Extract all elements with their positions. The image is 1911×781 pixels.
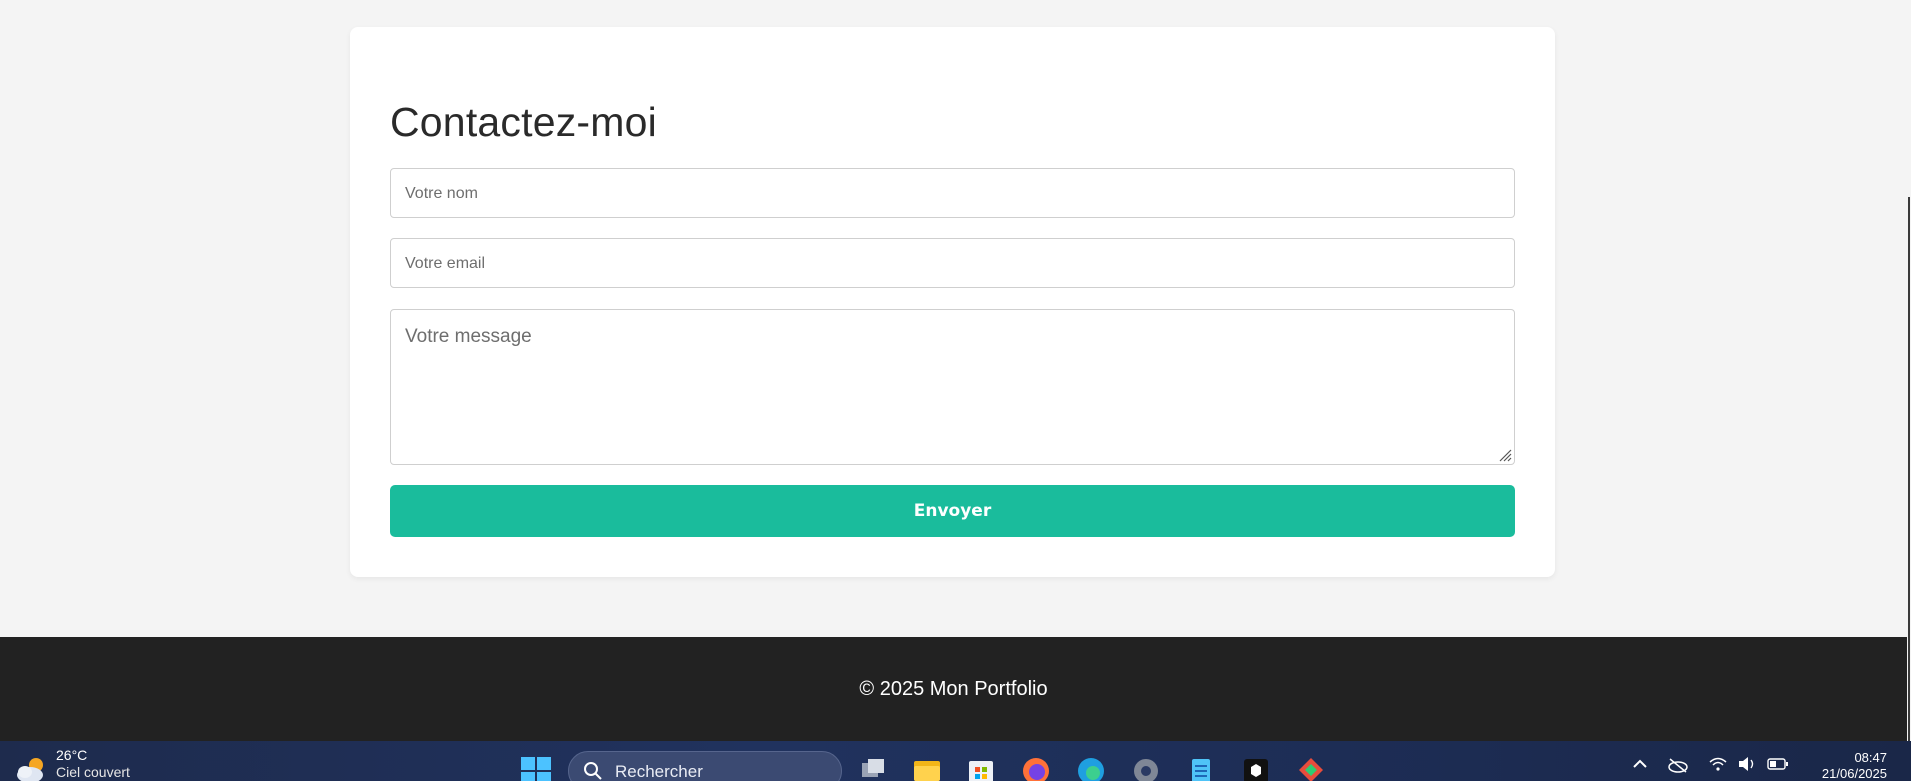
weather-description: Ciel couvert bbox=[56, 764, 130, 780]
settings-icon[interactable] bbox=[1131, 755, 1161, 781]
notepad-icon[interactable] bbox=[1186, 755, 1216, 781]
windows-start-icon[interactable] bbox=[520, 757, 552, 781]
email-placeholder: Votre email bbox=[405, 255, 486, 272]
task-view-icon[interactable] bbox=[858, 755, 888, 781]
chevron-up-icon[interactable] bbox=[1632, 757, 1648, 769]
email-input[interactable]: Votre email bbox=[390, 238, 1515, 288]
weather-temperature: 26°C bbox=[56, 747, 88, 763]
weather-widget[interactable]: 26°C Ciel couvert bbox=[14, 747, 130, 781]
message-textarea[interactable]: Votre message bbox=[390, 309, 1515, 465]
footer-copyright: © 2025 Mon Portfolio bbox=[859, 677, 1048, 700]
firefox-icon[interactable] bbox=[1021, 755, 1051, 781]
contact-card: Contactez-moi Votre nom Votre email Votr… bbox=[350, 27, 1555, 577]
send-button[interactable]: Envoyer bbox=[390, 485, 1515, 537]
volume-icon[interactable] bbox=[1737, 755, 1757, 773]
clock-date: 21/06/2025 bbox=[1821, 766, 1887, 781]
scrollbar-thumb[interactable] bbox=[1908, 197, 1910, 741]
taskbar-search-box[interactable]: Rechercher bbox=[568, 751, 842, 781]
file-explorer-icon[interactable] bbox=[912, 755, 942, 781]
name-placeholder: Votre nom bbox=[405, 185, 478, 202]
page: Contactez-moi Votre nom Votre email Votr… bbox=[0, 0, 1907, 741]
app-icon[interactable] bbox=[1241, 755, 1271, 781]
wifi-icon[interactable] bbox=[1708, 755, 1728, 773]
taskbar: 26°C Ciel couvert Rechercher 08:47 21/06… bbox=[0, 741, 1911, 781]
message-placeholder: Votre message bbox=[405, 326, 532, 347]
resize-handle-icon[interactable] bbox=[1496, 446, 1512, 462]
git-icon[interactable] bbox=[1296, 755, 1326, 781]
name-input[interactable]: Votre nom bbox=[390, 168, 1515, 218]
page-title: Contactez-moi bbox=[390, 99, 657, 145]
scrollbar[interactable] bbox=[1907, 0, 1911, 741]
footer: © 2025 Mon Portfolio bbox=[0, 637, 1907, 741]
clock-time: 08:47 bbox=[1854, 750, 1887, 765]
system-clock[interactable]: 08:47 21/06/2025 bbox=[1822, 750, 1887, 781]
search-label: Rechercher bbox=[615, 762, 703, 781]
battery-icon[interactable] bbox=[1767, 757, 1789, 771]
search-icon bbox=[584, 762, 602, 780]
store-icon[interactable] bbox=[966, 755, 996, 781]
edge-icon[interactable] bbox=[1076, 755, 1106, 781]
cloud-off-icon[interactable] bbox=[1667, 757, 1689, 773]
cloudy-weather-icon bbox=[17, 758, 43, 781]
